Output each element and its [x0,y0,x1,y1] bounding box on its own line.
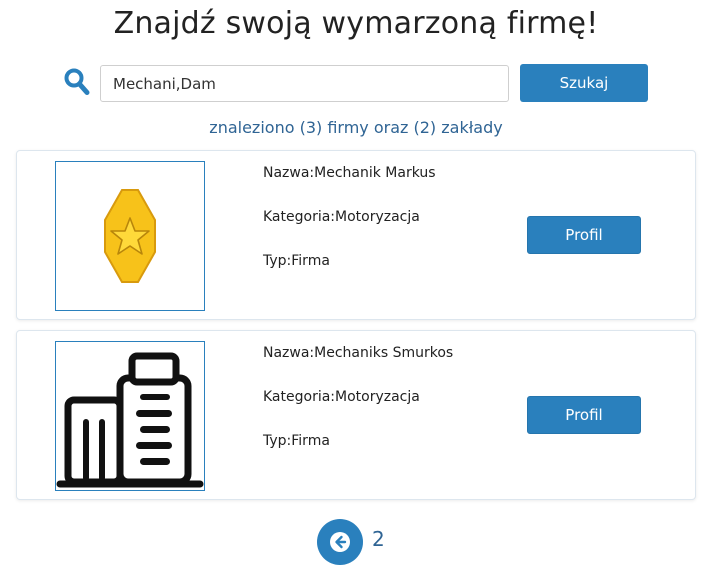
page: Znajdź swoją wymarzoną firmę! Szukaj zna… [0,0,712,586]
star-badge-icon [104,189,156,283]
company-name: Nazwa:Mechanik Markus [263,165,436,181]
search-icon [64,68,90,96]
profile-button[interactable]: Profil [527,396,641,434]
company-type: Typ:Firma [263,253,330,269]
arrow-left-icon [330,532,350,552]
profile-button[interactable]: Profil [527,216,641,254]
company-type: Typ:Firma [263,433,330,449]
company-info: Nazwa:Mechaniks Smurkos Kategoria:Motory… [263,345,453,477]
building-icon [56,352,204,488]
previous-page-button[interactable] [317,519,363,565]
company-logo [55,341,205,491]
company-card: Nazwa:Mechanik Markus Kategoria:Motoryza… [16,150,696,320]
company-category: Kategoria:Motoryzacja [263,389,420,405]
page-title: Znajdź swoją wymarzoną firmę! [113,6,599,41]
company-info: Nazwa:Mechanik Markus Kategoria:Motoryza… [263,165,436,297]
search-button[interactable]: Szukaj [520,64,648,102]
current-page-number: 2 [372,527,385,551]
search-input[interactable] [100,65,509,102]
company-card: Nazwa:Mechaniks Smurkos Kategoria:Motory… [16,330,696,500]
results-summary: znaleziono (3) firmy oraz (2) zakłady [209,118,503,137]
company-logo [55,161,205,311]
company-category: Kategoria:Motoryzacja [263,209,420,225]
company-name: Nazwa:Mechaniks Smurkos [263,345,454,361]
